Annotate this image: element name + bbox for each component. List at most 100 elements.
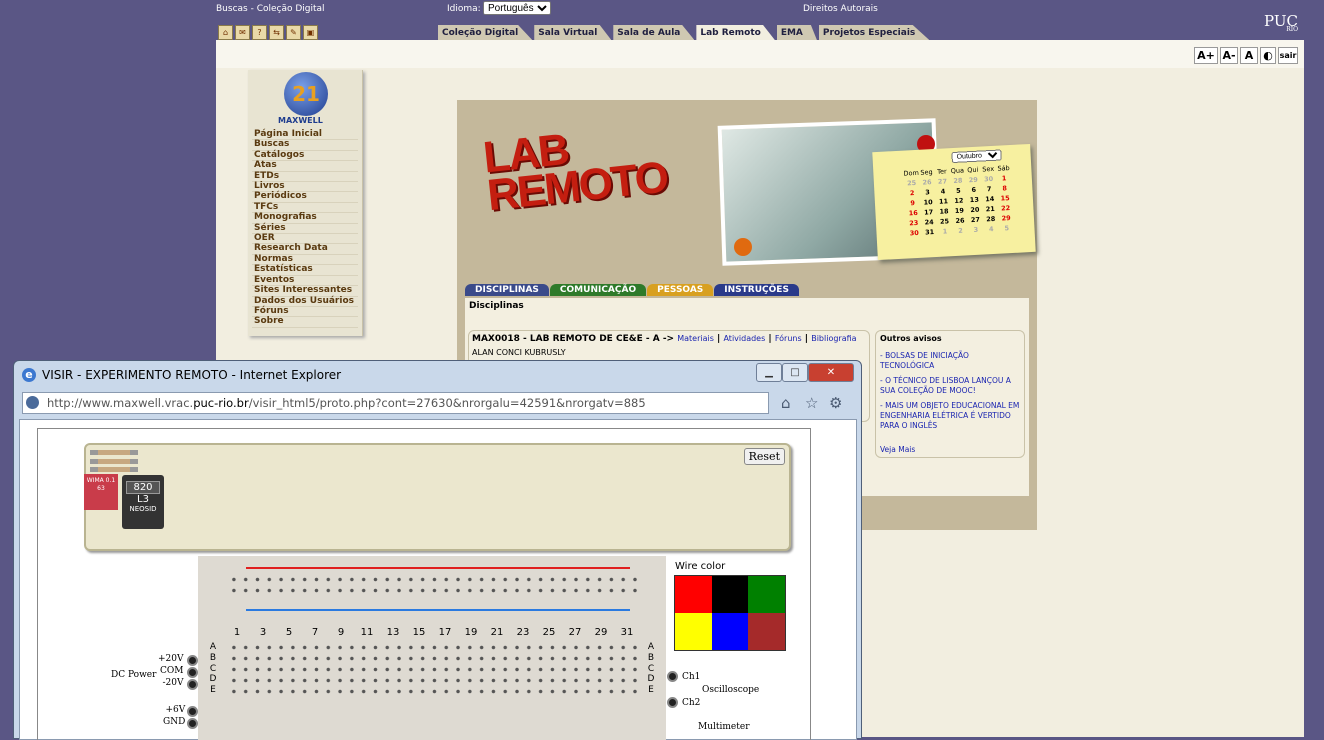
calendar-day[interactable]: 8 [997, 184, 1013, 193]
calendar-day[interactable]: 27 [967, 216, 983, 225]
dc-jack[interactable] [187, 655, 198, 666]
calendar-day[interactable]: 21 [982, 205, 998, 214]
calendar-day[interactable]: 24 [921, 218, 937, 227]
home-icon[interactable]: ⌂ [781, 394, 791, 412]
help-icon[interactable]: ? [252, 25, 267, 40]
calendar-day[interactable]: 29 [998, 214, 1014, 223]
address-bar[interactable]: http://www.maxwell.vrac.puc-rio.br/visir… [22, 392, 769, 414]
calendar-day[interactable]: 10 [920, 198, 936, 207]
resistor-component[interactable] [90, 467, 138, 472]
calendar-day[interactable]: 15 [997, 194, 1013, 203]
sidebar-item[interactable]: Sobre [252, 316, 358, 328]
calendar-day[interactable]: 13 [966, 196, 982, 205]
bibliografia-link[interactable]: Bibliografia [811, 334, 856, 343]
buscas-link[interactable]: Buscas - Coleção Digital [216, 4, 325, 14]
sitemap-icon[interactable]: ⇆ [269, 25, 284, 40]
calendar-day[interactable]: 25 [904, 179, 920, 188]
wire-color-swatch[interactable] [711, 613, 749, 650]
inductor-component[interactable]: 820 L3 NEOSID [122, 475, 164, 529]
tab-colecao-digital[interactable]: Coleção Digital [438, 25, 533, 40]
materiais-link[interactable]: Materiais [677, 334, 714, 343]
calendar-day[interactable]: 25 [937, 217, 953, 226]
settings-gear-icon[interactable]: ⚙ [829, 394, 842, 412]
calendar-day[interactable]: 16 [905, 209, 921, 218]
close-button[interactable]: ✕ [808, 363, 854, 382]
ch2-jack[interactable] [667, 697, 678, 708]
aviso-link[interactable]: - BOLSAS DE INICIAÇÃO TECNOLÓGICA [880, 351, 1020, 371]
month-select[interactable]: Outubro [951, 149, 1002, 164]
tab-projetos-especiais[interactable]: Projetos Especiais [818, 25, 930, 40]
font-decrease-button[interactable]: A- [1220, 47, 1238, 64]
wire-color-swatch[interactable] [748, 576, 785, 613]
section-tab[interactable]: PESSOAS [647, 284, 714, 296]
calendar-day[interactable]: 17 [921, 208, 937, 217]
sair-button[interactable]: sair [1278, 47, 1298, 64]
atividades-link[interactable]: Atividades [723, 334, 765, 343]
calendar-day[interactable]: 4 [983, 225, 999, 234]
sidebar-item[interactable]: Sites Interessantes [252, 285, 358, 297]
resistor-component[interactable] [90, 450, 138, 455]
tab-sala-virtual[interactable]: Sala Virtual [534, 25, 612, 40]
dc-jack[interactable] [187, 667, 198, 678]
breadboard[interactable]: 1 3 5 7 9 11 13 15 17 19 21 23 25 27 29 31 ABCDE ABCDE [198, 556, 666, 740]
section-tab[interactable]: DISCIPLINAS [465, 284, 549, 296]
veja-mais-link[interactable]: Veja Mais [880, 445, 1020, 455]
font-increase-button[interactable]: A+ [1194, 47, 1218, 64]
calendar-day[interactable]: 1 [996, 174, 1012, 183]
calendar-day[interactable]: 1 [937, 227, 953, 236]
calendar-day[interactable]: 31 [922, 228, 938, 237]
section-tab[interactable]: INSTRUÇÕES [714, 284, 799, 296]
calendar-day[interactable]: 30 [981, 175, 997, 184]
dc-jack[interactable] [187, 679, 198, 690]
foruns-link[interactable]: Fóruns [775, 334, 802, 343]
font-reset-button[interactable]: A [1240, 47, 1258, 64]
wire-color-swatch[interactable] [748, 613, 785, 650]
calendar-day[interactable]: 6 [966, 186, 982, 195]
calendar-day[interactable]: 3 [920, 188, 936, 197]
minimize-button[interactable]: ▁ [756, 363, 782, 382]
calendar-day[interactable]: 23 [906, 219, 922, 228]
section-tab[interactable]: COMUNICAÇÃO [549, 284, 647, 296]
mail-icon[interactable]: ✉ [235, 25, 250, 40]
capacitor-component[interactable]: WIMA 0.1 63 [84, 474, 118, 510]
favorites-star-icon[interactable]: ☆ [805, 394, 818, 412]
calendar-day[interactable]: 27 [935, 177, 951, 186]
contrast-icon[interactable]: ◐ [1260, 47, 1276, 64]
dc-jack[interactable] [187, 706, 198, 717]
calendar-day[interactable]: 28 [950, 176, 966, 185]
tools-icon[interactable]: ✎ [286, 25, 301, 40]
aviso-link[interactable]: - MAIS UM OBJETO EDUCACIONAL EM ENGENHAR… [880, 401, 1020, 431]
ch1-jack[interactable] [667, 671, 678, 682]
breadboard-holes[interactable] [228, 642, 638, 698]
calendar-day[interactable]: 19 [952, 206, 968, 215]
calendar-day[interactable]: 30 [906, 229, 922, 238]
maximize-button[interactable]: □ [782, 363, 808, 382]
direitos-autorais-link[interactable]: Direitos Autorais [803, 4, 878, 14]
calendar-day[interactable]: 5 [999, 224, 1015, 233]
calendar-day[interactable]: 18 [936, 207, 952, 216]
tab-sala-de-aula[interactable]: Sala de Aula [613, 25, 695, 40]
rail-holes[interactable] [228, 574, 638, 596]
calendar-day[interactable]: 26 [919, 178, 935, 187]
language-select[interactable]: Português [483, 1, 551, 15]
wire-color-swatch[interactable] [675, 613, 712, 650]
calendar-day[interactable]: 12 [951, 196, 967, 205]
aviso-link[interactable]: - O TÉCNICO DE LISBOA LANÇOU A SUA COLEÇ… [880, 376, 1020, 396]
dc-jack[interactable] [187, 718, 198, 729]
calendar-day[interactable]: 4 [935, 187, 951, 196]
maxwell-logo-icon[interactable]: 21 [284, 72, 328, 116]
home-icon[interactable]: ⌂ [218, 25, 233, 40]
reset-button[interactable]: Reset [743, 448, 785, 465]
wire-color-swatch[interactable] [675, 576, 712, 613]
tab-lab-remoto[interactable]: Lab Remoto [696, 25, 775, 40]
calendar-day[interactable]: 28 [983, 215, 999, 224]
calendar-day[interactable]: 2 [953, 226, 969, 235]
calendar-day[interactable]: 14 [982, 195, 998, 204]
calendar-day[interactable]: 22 [998, 204, 1014, 213]
calendar-day[interactable]: 29 [965, 176, 981, 185]
calendar-day[interactable]: 2 [904, 189, 920, 198]
calendar-day[interactable]: 7 [981, 185, 997, 194]
wire-color-swatch[interactable] [711, 576, 749, 613]
calendar-day[interactable]: 3 [968, 225, 984, 234]
calendar-day[interactable]: 20 [967, 206, 983, 215]
